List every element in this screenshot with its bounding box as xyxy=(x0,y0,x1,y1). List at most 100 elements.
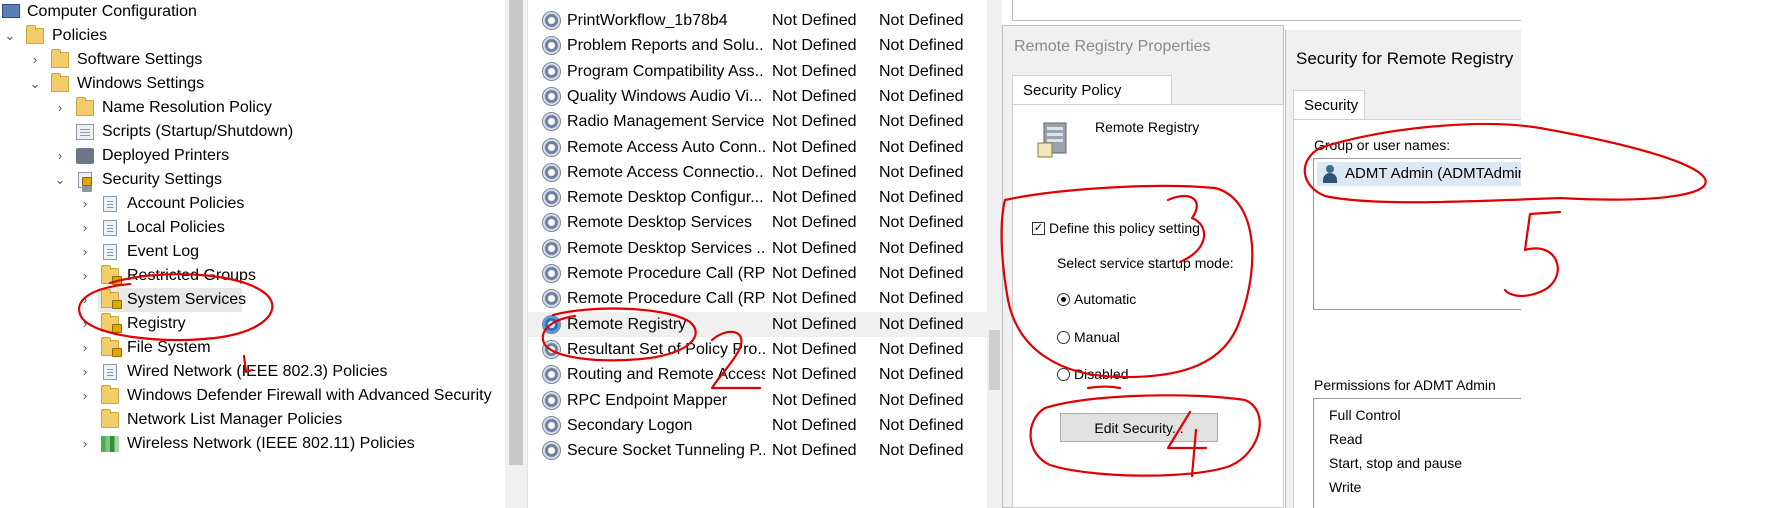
service-permission: Not Defined xyxy=(879,239,964,257)
user-name: ADMT Admin (ADMTAdmin xyxy=(1345,165,1521,182)
dialog-title: Security for Remote Registry xyxy=(1296,49,1514,68)
service-name: Remote Desktop Services ... xyxy=(567,239,765,257)
tree-label: Local Policies xyxy=(127,219,225,236)
service-row[interactable]: Remote Desktop Configur... Not Defined Not… xyxy=(528,185,988,210)
folder-icon xyxy=(26,25,44,44)
chevron-right-icon[interactable]: › xyxy=(78,264,92,288)
chevron-right-icon[interactable]: › xyxy=(78,192,92,216)
chevron-right-icon[interactable]: › xyxy=(28,48,42,72)
service-row[interactable]: Secure Socket Tunneling P... Not Defined N… xyxy=(528,438,988,463)
service-name-label: Remote Registry xyxy=(1095,119,1200,135)
service-gear-icon xyxy=(542,238,561,258)
group-names-listbox[interactable]: ADMT Admin (ADMTAdmin xyxy=(1313,158,1521,310)
tree-label: Network List Manager Policies xyxy=(127,411,343,428)
edit-security-button[interactable]: Edit Security... xyxy=(1060,413,1218,442)
chevron-right-icon[interactable]: › xyxy=(78,360,92,384)
folder-icon xyxy=(101,409,119,428)
locked-folder-icon xyxy=(101,265,122,285)
service-startup: Not Defined xyxy=(772,239,857,257)
chevron-down-icon[interactable]: ⌄ xyxy=(28,72,42,96)
chevron-right-icon[interactable]: › xyxy=(78,288,92,312)
automatic-radio[interactable] xyxy=(1057,293,1070,306)
service-name: Quality Windows Audio Vi... xyxy=(567,87,763,105)
service-permission: Not Defined xyxy=(879,138,964,156)
service-startup: Not Defined xyxy=(772,290,857,308)
policy-icon xyxy=(103,244,117,260)
manual-radio[interactable] xyxy=(1057,331,1070,344)
scrollbar-thumb[interactable] xyxy=(509,0,523,465)
chevron-down-icon[interactable]: ⌄ xyxy=(3,24,17,48)
permissions-list: Full Control Read Start, stop and pause … xyxy=(1313,398,1521,508)
service-row[interactable]: Remote Access Auto Conn... Not Defined Not… xyxy=(528,135,988,160)
tree-label: System Services xyxy=(127,291,247,308)
permission-start-stop-pause: Start, stop and pause xyxy=(1329,455,1463,471)
console-tree: Computer Configuration ⌄ Policies › Soft… xyxy=(0,0,505,508)
network-policy-icon xyxy=(103,364,117,380)
scrollbar-thumb[interactable] xyxy=(989,330,1000,390)
service-gear-icon xyxy=(542,415,561,435)
service-permission: Not Defined xyxy=(879,87,964,105)
chevron-right-icon[interactable]: › xyxy=(78,312,92,336)
chevron-right-icon[interactable]: › xyxy=(78,336,92,360)
tab-security[interactable]: Security xyxy=(1293,90,1365,120)
service-row[interactable]: Remote Access Connectio... Not Defined Not… xyxy=(528,160,988,185)
tree-label: Registry xyxy=(127,315,186,332)
service-row[interactable]: Problem Reports and Solu... Not Defined No… xyxy=(528,33,988,58)
service-row[interactable]: Remote Desktop Services ... Not Defined No… xyxy=(528,236,988,261)
service-gear-icon xyxy=(542,188,561,208)
service-row[interactable]: PrintWorkflow_1b78b4 Not Defined Not Defin… xyxy=(528,8,988,33)
manual-label[interactable]: Manual xyxy=(1074,329,1120,345)
chevron-right-icon[interactable]: › xyxy=(78,240,92,264)
services-scrollbar[interactable] xyxy=(987,0,1002,508)
tab-security-policy-setting[interactable]: Security Policy Setting xyxy=(1012,75,1172,129)
service-name: Program Compatibility Ass... xyxy=(567,62,765,80)
server-icon xyxy=(1037,122,1067,158)
policy-icon xyxy=(103,196,117,212)
service-row[interactable]: Remote Registry Not Defined Not Defined xyxy=(528,311,988,337)
tree-label: Name Resolution Policy xyxy=(102,99,272,116)
service-gear-icon xyxy=(542,390,561,410)
service-gear-icon xyxy=(542,213,561,233)
service-row[interactable]: Remote Desktop Services Not Defined Not De… xyxy=(528,210,988,235)
service-startup: Not Defined xyxy=(772,214,857,232)
service-name: Problem Reports and Solu... xyxy=(567,37,765,55)
folder-icon xyxy=(101,385,119,404)
tree-label: Windows Defender Firewall with Advanced … xyxy=(127,387,492,404)
tree-label: Security Settings xyxy=(102,171,223,188)
service-row[interactable]: Quality Windows Audio Vi... Not Defined No… xyxy=(528,84,988,109)
chevron-right-icon[interactable]: › xyxy=(78,384,92,408)
chevron-right-icon[interactable]: › xyxy=(78,432,92,456)
service-gear-icon xyxy=(542,112,561,132)
tree-scrollbar[interactable] xyxy=(505,0,527,508)
service-row[interactable]: RPC Endpoint Mapper Not Defined Not Define… xyxy=(528,388,988,413)
service-name: PrintWorkflow_1b78b4 xyxy=(567,12,728,29)
service-row[interactable]: Program Compatibility Ass... Not Defined N… xyxy=(528,59,988,84)
service-permission: Not Defined xyxy=(879,113,964,131)
chevron-down-icon[interactable]: ⌄ xyxy=(53,168,67,192)
disabled-label[interactable]: Disabled xyxy=(1074,366,1128,382)
chevron-right-icon[interactable]: › xyxy=(78,216,92,240)
service-gear-icon xyxy=(542,365,561,385)
service-name: Remote Access Auto Conn... xyxy=(567,138,765,156)
automatic-label[interactable]: Automatic xyxy=(1074,291,1136,307)
service-startup: Not Defined xyxy=(772,391,857,409)
disabled-radio[interactable] xyxy=(1057,368,1070,381)
service-row[interactable]: Routing and Remote Access Not Defined Not … xyxy=(528,362,988,387)
service-row[interactable]: Remote Procedure Call (RPC) Not Defined No… xyxy=(528,261,988,286)
define-policy-checkbox[interactable]: ✓ xyxy=(1032,222,1045,235)
chevron-right-icon[interactable]: › xyxy=(53,96,67,120)
service-startup: Not Defined xyxy=(772,12,857,29)
service-name: Remote Desktop Services xyxy=(567,214,752,232)
script-icon xyxy=(76,124,94,140)
service-gear-icon xyxy=(542,289,561,309)
service-row[interactable]: Resultant Set of Policy Pro... Not Define… xyxy=(528,337,988,362)
chevron-right-icon[interactable]: › xyxy=(53,144,67,168)
list-item-admt-admin[interactable]: ADMT Admin (ADMTAdmin xyxy=(1317,162,1521,186)
service-row[interactable]: Remote Procedure Call (RP... Not Defined N… xyxy=(528,286,988,311)
service-row[interactable]: Radio Management Service Not Defined Not D… xyxy=(528,109,988,134)
define-policy-label[interactable]: Define this policy setting xyxy=(1049,220,1200,236)
service-row[interactable]: Secondary Logon Not Defined Not Defined xyxy=(528,413,988,438)
service-startup: Not Defined xyxy=(772,265,857,282)
service-permission: Not Defined xyxy=(879,214,964,232)
service-name: Secure Socket Tunneling P... xyxy=(567,442,765,460)
